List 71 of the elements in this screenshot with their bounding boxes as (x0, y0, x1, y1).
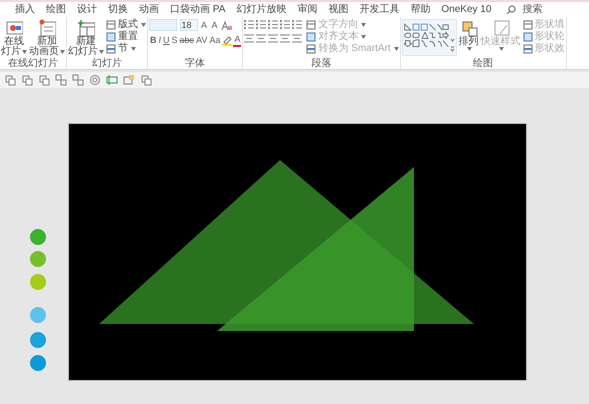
flag-icon[interactable] (106, 74, 118, 86)
ribbon-button[interactable]: 重置 (106, 31, 146, 43)
align-left-icon[interactable] (244, 32, 254, 44)
format-button[interactable]: AV (195, 34, 208, 46)
ribbon-tab[interactable]: 动画 (138, 3, 160, 17)
ribbon-button[interactable]: 版式 (106, 19, 146, 31)
shape-tool-icon (522, 44, 533, 54)
align-center-icon[interactable] (256, 32, 266, 44)
columns-icon[interactable] (292, 32, 302, 44)
indent-icon[interactable] (280, 19, 290, 30)
shapes-icon[interactable] (404, 21, 449, 49)
format-button[interactable]: B (149, 34, 158, 46)
group-label: 在线幻灯片 (7, 58, 59, 69)
group-label: 绘图 (472, 58, 494, 69)
shape-tool-icon (522, 32, 533, 42)
shapes-gallery[interactable] (402, 19, 457, 56)
shape-tool-icon (106, 32, 116, 42)
shape-tool-icon (522, 20, 533, 30)
indent-icon[interactable] (268, 19, 278, 30)
format-button[interactable]: S (170, 34, 179, 46)
ribbon-tab[interactable]: 开发工具 (358, 3, 400, 17)
gallery-scroll-icon[interactable] (448, 21, 455, 54)
justify-icon[interactable] (280, 32, 290, 44)
ribbon-tab[interactable]: 切换 (107, 3, 129, 17)
ribbon-button[interactable]: 排列 (458, 19, 479, 51)
shape-tool-icon (106, 20, 116, 30)
highlighter-icon[interactable] (221, 34, 234, 46)
font-name-field[interactable] (149, 19, 177, 31)
shape-tool-icon (106, 44, 116, 54)
shape-tool-icon (306, 32, 316, 42)
ribbon-tab[interactable]: 插入 (14, 3, 36, 17)
search-icon[interactable] (506, 5, 516, 15)
copy-shape-icon[interactable] (4, 74, 16, 86)
format-button[interactable]: U (162, 34, 171, 46)
copy-shape-icon[interactable] (38, 74, 50, 86)
ribbon-button[interactable]: 新加 动画页 (29, 19, 65, 57)
ribbon-button[interactable]: 新建 幻灯片 (68, 19, 104, 57)
group-label: 幻灯片 (91, 58, 123, 69)
shape-tool-icon (306, 44, 316, 54)
ribbon-tab[interactable]: 审阅 (296, 3, 318, 17)
ribbon-button[interactable]: 节 (106, 43, 146, 55)
align-right-icon[interactable] (268, 32, 278, 44)
format-button[interactable]: Aa (208, 34, 222, 46)
ribbon-tab[interactable]: 设计 (76, 3, 98, 17)
numbering-icon[interactable] (256, 19, 266, 30)
format-button[interactable]: I (158, 34, 162, 46)
ribbon-tab[interactable]: OneKey 10 (440, 3, 492, 17)
ribbon-tab[interactable]: 帮助 (409, 3, 432, 17)
group-label: 字体 (184, 58, 206, 69)
group-label: 段落 (310, 58, 333, 69)
copy-shape-icon[interactable] (140, 74, 152, 86)
font-size-button[interactable]: A (210, 20, 219, 30)
ribbon-tab[interactable]: 绘图 (45, 3, 67, 17)
bullets-icon[interactable] (244, 19, 254, 30)
picture-icon[interactable] (123, 74, 135, 86)
ribbon-button[interactable]: 在线 灯片 (1, 19, 27, 57)
ribbon-tab[interactable]: 幻灯片放映 (235, 3, 288, 17)
copy-shape-icon[interactable] (21, 74, 33, 86)
format-button[interactable]: abc (178, 34, 196, 46)
line-spacing-icon[interactable] (292, 19, 302, 30)
shape-tool-icon (306, 20, 316, 30)
target-icon[interactable] (89, 74, 101, 86)
search-field[interactable]: 搜索 (522, 3, 542, 17)
ribbon-tab[interactable]: 口袋动画 PA (169, 3, 226, 17)
copy-shape-icon[interactable] (55, 74, 67, 86)
font-size-field[interactable]: 18 (180, 19, 198, 31)
ribbon-tab[interactable]: 视图 (327, 3, 350, 17)
clear-format-icon[interactable] (221, 20, 234, 30)
font-size-button[interactable]: A (200, 20, 208, 30)
group-icon[interactable] (72, 74, 84, 86)
font-color-button[interactable]: A (233, 34, 242, 46)
